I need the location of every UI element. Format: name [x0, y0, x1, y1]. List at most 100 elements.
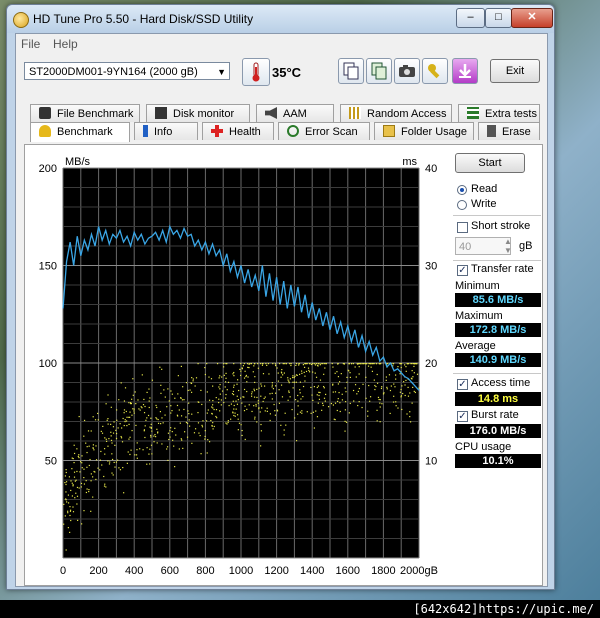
access-time-point	[348, 363, 350, 365]
access-time-point	[180, 438, 182, 440]
copy-icon[interactable]	[338, 58, 364, 84]
x-tick-label: 1200	[264, 565, 288, 577]
close-button[interactable]: ✕	[511, 8, 553, 28]
access-time-point	[113, 421, 115, 423]
access-time-point	[197, 363, 199, 365]
access-time-point	[135, 454, 138, 456]
minimize-button[interactable]: –	[456, 8, 485, 28]
start-button[interactable]: Start	[455, 153, 525, 173]
y-left-axis-label: MB/s	[65, 156, 91, 168]
access-time-point	[349, 376, 351, 379]
access-time-point	[63, 503, 65, 505]
access-time-point	[181, 399, 184, 401]
access-time-point	[232, 412, 234, 414]
burst-rate-label: Burst rate	[471, 409, 519, 421]
access-time-point	[362, 383, 364, 385]
access-time-point	[136, 442, 138, 444]
copy-info-icon[interactable]	[366, 58, 392, 84]
save-icon[interactable]	[452, 58, 478, 84]
write-radio[interactable]	[457, 200, 467, 210]
tab-aam[interactable]: AAM	[256, 104, 334, 122]
tab-file-benchmark[interactable]: File Benchmark	[30, 104, 140, 122]
maximize-button[interactable]: □	[485, 8, 512, 28]
access-time-point	[379, 406, 381, 408]
menu-help[interactable]: Help	[53, 37, 78, 51]
tab-benchmark[interactable]: Benchmark	[30, 122, 130, 142]
access-time-point	[77, 519, 79, 521]
transfer-rate-checkbox[interactable]: ✓	[457, 265, 468, 276]
access-time-point	[120, 435, 122, 438]
folder-icon	[383, 125, 395, 137]
access-time-point	[157, 422, 160, 424]
access-time-point	[392, 363, 394, 365]
access-time-point	[306, 411, 308, 413]
access-time-point	[370, 366, 372, 368]
temperature-unit: °C	[286, 65, 302, 80]
access-time-point	[278, 402, 281, 404]
access-time-point	[234, 415, 236, 417]
tab-label: Random Access	[367, 108, 447, 120]
tab-folder-usage[interactable]: Folder Usage	[374, 122, 474, 140]
access-time-point	[316, 386, 318, 389]
read-radio[interactable]	[457, 185, 467, 195]
tab-erase[interactable]: Erase	[478, 122, 540, 140]
exit-button[interactable]: Exit	[490, 59, 540, 83]
x-tick-label: 1400	[300, 565, 324, 577]
tab-error-scan[interactable]: Error Scan	[278, 122, 370, 140]
access-time-point	[219, 410, 221, 412]
access-time-point	[243, 363, 245, 365]
access-time-point	[280, 371, 283, 373]
access-time-value: 14.8 ms	[455, 392, 541, 406]
tab-health[interactable]: Health	[202, 122, 274, 140]
access-time-point	[251, 393, 253, 395]
access-time-point	[128, 438, 130, 440]
tab-extra-tests[interactable]: Extra tests	[458, 104, 540, 122]
camera-icon[interactable]	[394, 58, 420, 84]
tab-disk-monitor[interactable]: Disk monitor	[146, 104, 250, 122]
access-time-point	[86, 466, 88, 468]
access-time-point	[253, 405, 255, 407]
access-time-point	[368, 384, 370, 387]
menu-file[interactable]: File	[21, 37, 40, 51]
access-time-point	[108, 438, 110, 440]
drive-select[interactable]: ST2000DM001-9YN164 (2000 gB) ▼	[24, 62, 230, 80]
burst-rate-checkbox[interactable]: ✓	[457, 411, 468, 422]
access-time-point	[311, 394, 313, 396]
access-time-point	[86, 451, 88, 454]
access-time-point	[188, 413, 190, 415]
access-time-point	[90, 480, 92, 482]
access-time-point	[241, 434, 243, 437]
access-time-point	[211, 404, 214, 406]
access-time-checkbox[interactable]: ✓	[457, 379, 468, 390]
access-time-point	[193, 432, 196, 434]
short-stroke-input[interactable]: 40	[455, 237, 511, 255]
access-time-point	[110, 406, 112, 408]
access-time-point	[261, 364, 264, 366]
chevron-down-icon[interactable]: ▼	[217, 63, 226, 81]
access-time-point	[253, 388, 255, 390]
title-bar[interactable]: HD Tune Pro 5.50 - Hard Disk/SSD Utility…	[7, 5, 554, 33]
access-time-point	[234, 412, 236, 414]
access-time-point	[399, 363, 401, 365]
access-time-point	[222, 366, 225, 368]
access-time-point	[225, 422, 227, 424]
access-time-point	[355, 376, 357, 378]
access-time-point	[78, 454, 80, 456]
access-time-point	[105, 438, 107, 440]
access-time-point	[224, 397, 227, 399]
access-time-point	[126, 416, 128, 418]
access-time-point	[413, 390, 415, 393]
access-time-point	[72, 506, 74, 508]
access-time-point	[128, 416, 130, 418]
tab-random-access[interactable]: Random Access	[340, 104, 452, 122]
access-time-point	[132, 378, 134, 380]
access-time-point	[370, 363, 372, 365]
short-stroke-checkbox[interactable]	[457, 222, 468, 233]
access-time-point	[289, 378, 291, 380]
access-time-point	[379, 399, 381, 401]
access-time-point	[272, 363, 274, 365]
tab-info[interactable]: Info	[134, 122, 198, 140]
access-time-point	[321, 409, 323, 411]
spinner-icon[interactable]: ▲ ▼	[504, 237, 512, 255]
wrench-icon[interactable]	[422, 58, 448, 84]
